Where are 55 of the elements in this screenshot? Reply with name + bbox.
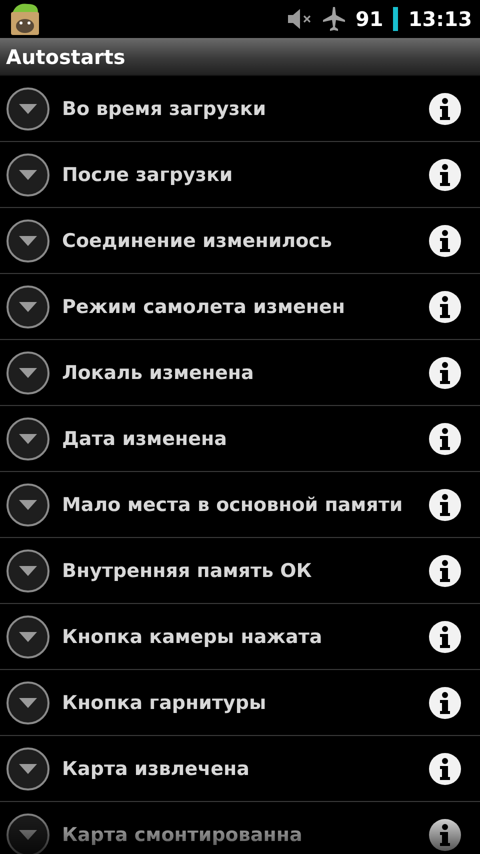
airplane-icon [323,7,346,31]
info-icon[interactable] [428,554,462,588]
mute-icon [287,8,314,30]
list-item[interactable]: Дата изменена [0,406,480,472]
item-label: Карта извлечена [62,758,250,780]
info-icon[interactable] [428,290,462,324]
item-label: Мало места в основной памяти [62,494,404,516]
list-item[interactable]: После загрузки [0,142,480,208]
battery-level: 91 [355,7,384,31]
list-item[interactable]: Карта смонтированна [0,802,480,854]
app-title: Autostarts [6,44,126,68]
info-icon[interactable] [428,158,462,192]
list-item[interactable]: Локаль изменена [0,340,480,406]
list-item[interactable]: Во время загрузки [0,76,480,142]
battery-icon [393,7,398,31]
list-item[interactable]: Кнопка гарнитуры [0,670,480,736]
dropdown-icon[interactable] [6,284,50,328]
dropdown-icon[interactable] [6,152,50,196]
item-label: Внутренняя память ОК [62,560,313,582]
dropdown-icon[interactable] [6,746,50,790]
info-icon[interactable] [428,224,462,258]
list-item[interactable]: Соединение изменилось [0,208,480,274]
list-item[interactable]: Внутренняя память ОК [0,538,480,604]
item-label: Режим самолета изменен [62,296,346,318]
dropdown-icon[interactable] [6,614,50,658]
item-label: Локаль изменена [62,362,255,384]
list-item[interactable]: Карта извлечена [0,736,480,802]
item-label: После загрузки [62,164,234,186]
info-icon[interactable] [428,752,462,786]
dropdown-icon[interactable] [6,680,50,724]
info-icon[interactable] [428,686,462,720]
dropdown-icon[interactable] [6,416,50,460]
item-label: Во время загрузки [62,98,268,120]
info-icon[interactable] [428,488,462,522]
info-icon[interactable] [428,92,462,126]
info-icon[interactable] [428,620,462,654]
list-item[interactable]: Режим самолета изменен [0,274,480,340]
app-icon [8,2,42,36]
dropdown-icon[interactable] [6,548,50,592]
item-label: Соединение изменилось [62,230,333,252]
item-label: Дата изменена [62,428,228,450]
info-icon[interactable] [428,818,462,852]
info-icon[interactable] [428,422,462,456]
dropdown-icon[interactable] [6,86,50,130]
dropdown-icon[interactable] [6,482,50,526]
clock: 13:13 [408,7,472,31]
item-label: Карта смонтированна [62,824,304,846]
dropdown-icon[interactable] [6,218,50,262]
item-label: Кнопка камеры нажата [62,626,324,648]
dropdown-icon[interactable] [6,812,50,854]
list-item[interactable]: Кнопка камеры нажата [0,604,480,670]
info-icon[interactable] [428,356,462,390]
dropdown-icon[interactable] [6,350,50,394]
list-item[interactable]: Мало места в основной памяти [0,472,480,538]
item-label: Кнопка гарнитуры [62,692,268,714]
